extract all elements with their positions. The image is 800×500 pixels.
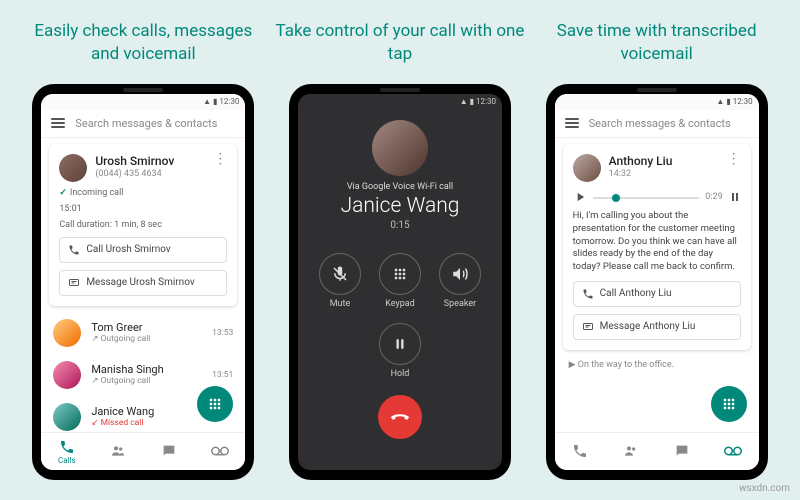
call-button[interactable]: Call Anthony Liu xyxy=(573,281,741,307)
headline-3: Save time with transcribed voicemail xyxy=(532,20,782,66)
vm-duration: 0:29 xyxy=(705,192,722,202)
contact-name: Urosh Smirnov xyxy=(95,154,213,168)
contact-name: Anthony Liu xyxy=(609,154,727,168)
tab-voicemail[interactable] xyxy=(708,433,759,470)
screen-3: ▲ ▮ 12:30 Search messages & contacts Ant… xyxy=(555,94,759,470)
list-item[interactable]: Tom Greer↗ Outgoing call13:53 xyxy=(41,312,245,354)
vm-time: 14:32 xyxy=(609,169,727,179)
avatar xyxy=(53,403,81,431)
more-icon[interactable]: ⋮ xyxy=(213,154,227,164)
search-bar[interactable]: Search messages & contacts xyxy=(555,110,759,138)
tab-calls[interactable] xyxy=(555,433,606,470)
call-time: 15:01 xyxy=(59,204,227,214)
tab-calls[interactable]: Calls xyxy=(41,433,92,470)
tab-messages[interactable] xyxy=(143,433,194,470)
bottom-tabs xyxy=(555,432,759,470)
bottom-tabs: Calls xyxy=(41,432,245,470)
tab-voicemail[interactable] xyxy=(194,433,245,470)
headline-1: Easily check calls, messages and voicema… xyxy=(18,20,268,66)
voicemail-card: Anthony Liu 14:32 ⋮ 0:29 Hi, I'm calling… xyxy=(563,144,751,350)
call-button[interactable]: Call Urosh Smirnov xyxy=(59,237,227,263)
play-icon[interactable] xyxy=(573,190,587,204)
speaker-button[interactable]: Speaker xyxy=(439,253,481,309)
status-bar: ▲ ▮ 12:30 xyxy=(41,94,245,110)
message-button[interactable]: Message Anthony Liu xyxy=(573,314,741,340)
status-bar: ▲ ▮ 12:30 xyxy=(298,94,502,110)
call-status: Incoming call xyxy=(70,188,124,198)
seek-bar[interactable] xyxy=(593,197,700,199)
phone-frame-3: ▲ ▮ 12:30 Search messages & contacts Ant… xyxy=(546,84,768,480)
headline-2: Take control of your call with one tap xyxy=(275,20,525,66)
watermark: wsxdn.com xyxy=(739,483,790,494)
now-playing: ▶ On the way to the office. xyxy=(555,356,759,374)
call-via: Via Google Voice Wi-Fi call xyxy=(298,182,502,192)
avatar xyxy=(53,361,81,389)
menu-icon[interactable] xyxy=(51,118,65,128)
hold-button[interactable]: Hold xyxy=(379,323,421,379)
message-button[interactable]: Message Urosh Smirnov xyxy=(59,270,227,296)
caller-name: Janice Wang xyxy=(298,194,502,218)
screen-1: ▲ ▮ 12:30 Search messages & contacts Uro… xyxy=(41,94,245,470)
search-placeholder: Search messages & contacts xyxy=(75,117,217,130)
tab-messages[interactable] xyxy=(657,433,708,470)
tab-contacts[interactable] xyxy=(92,433,143,470)
phone-frame-1: ▲ ▮ 12:30 Search messages & contacts Uro… xyxy=(32,84,254,480)
avatar[interactable] xyxy=(573,154,601,182)
call-timer: 0:15 xyxy=(298,220,502,231)
dialpad-fab[interactable] xyxy=(711,386,747,422)
phone-frame-2: ▲ ▮ 12:30 Via Google Voice Wi-Fi call Ja… xyxy=(289,84,511,480)
avatar[interactable] xyxy=(59,154,87,182)
search-placeholder: Search messages & contacts xyxy=(589,117,731,130)
caller-avatar[interactable] xyxy=(372,120,428,176)
pause-icon[interactable] xyxy=(729,191,741,203)
avatar xyxy=(53,319,81,347)
menu-icon[interactable] xyxy=(565,118,579,128)
mute-button[interactable]: Mute xyxy=(319,253,361,309)
status-bar: ▲ ▮ 12:30 xyxy=(555,94,759,110)
call-card: Urosh Smirnov (0044) 435 4634 ⋮ ✓Incomin… xyxy=(49,144,237,306)
hangup-button[interactable] xyxy=(378,395,422,439)
check-icon: ✓ xyxy=(59,188,67,198)
tab-contacts[interactable] xyxy=(606,433,657,470)
more-icon[interactable]: ⋮ xyxy=(727,154,741,164)
screen-2: ▲ ▮ 12:30 Via Google Voice Wi-Fi call Ja… xyxy=(298,94,502,470)
call-duration: Call duration: 1 min, 8 sec xyxy=(59,220,227,230)
contact-phone: (0044) 435 4634 xyxy=(95,169,213,179)
transcript-text: Hi, I'm calling you about the presentati… xyxy=(573,210,741,274)
search-bar[interactable]: Search messages & contacts xyxy=(41,110,245,138)
keypad-button[interactable]: Keypad xyxy=(379,253,421,309)
